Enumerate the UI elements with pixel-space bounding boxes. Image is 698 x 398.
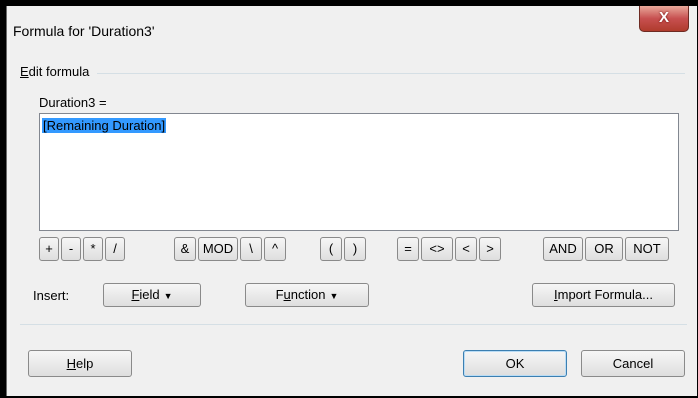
chevron-down-icon: ▼: [329, 291, 339, 301]
ok-button[interactable]: OK: [463, 350, 567, 377]
formula-text[interactable]: [Remaining Duration]: [42, 118, 167, 133]
operator-open-paren-button[interactable]: (: [320, 237, 342, 261]
insert-field-button[interactable]: Field ▼: [103, 283, 201, 307]
operator-and-button[interactable]: AND: [543, 237, 583, 261]
operator-plus-button[interactable]: +: [39, 237, 59, 261]
operator-caret-button[interactable]: ^: [264, 237, 286, 261]
edit-formula-group-label: Edit formula: [20, 64, 90, 79]
operator-not-equal-button[interactable]: <>: [421, 237, 453, 261]
operator-or-button[interactable]: OR: [585, 237, 623, 261]
operator-multiply-button[interactable]: *: [83, 237, 103, 261]
help-button[interactable]: Help: [28, 350, 132, 377]
operator-greater-than-button[interactable]: >: [479, 237, 501, 261]
close-button[interactable]: X: [639, 6, 689, 32]
operator-backslash-button[interactable]: \: [240, 237, 262, 261]
insert-function-button[interactable]: Function ▼: [245, 283, 369, 307]
title-bar: Formula for 'Duration3' X: [7, 6, 697, 52]
operator-ampersand-button[interactable]: &: [174, 237, 196, 261]
operator-minus-button[interactable]: -: [61, 237, 81, 261]
operator-less-than-button[interactable]: <: [455, 237, 477, 261]
formula-field-label: Duration3 =: [39, 95, 107, 110]
formula-dialog: Formula for 'Duration3' X Edit formula D…: [6, 6, 697, 396]
dialog-title: Formula for 'Duration3': [13, 23, 155, 39]
operator-not-button[interactable]: NOT: [625, 237, 669, 261]
group-divider: [97, 73, 685, 74]
formula-editor[interactable]: [Remaining Duration]: [39, 113, 679, 231]
cancel-button[interactable]: Cancel: [581, 350, 685, 377]
operator-divide-button[interactable]: /: [105, 237, 125, 261]
chevron-down-icon: ▼: [163, 291, 173, 301]
insert-label: Insert:: [33, 288, 70, 303]
import-formula-button[interactable]: Import Formula...: [532, 283, 675, 307]
operator-equals-button[interactable]: =: [397, 237, 419, 261]
footer-divider: [20, 324, 687, 325]
operator-mod-button[interactable]: MOD: [198, 237, 238, 261]
operator-close-paren-button[interactable]: ): [344, 237, 366, 261]
